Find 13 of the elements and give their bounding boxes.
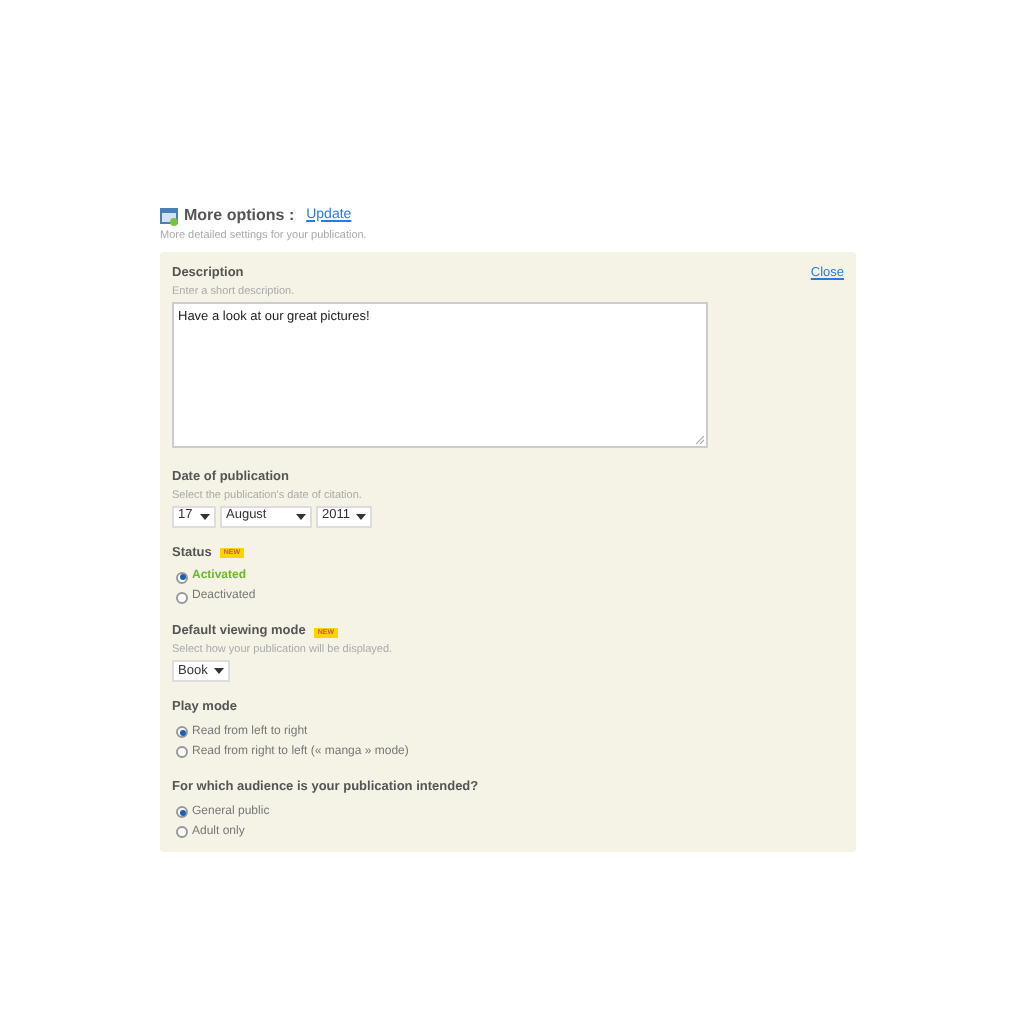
caret-icon [296,513,306,519]
resize-grip-icon [696,435,704,444]
caret-icon [356,513,366,519]
radio-button[interactable] [176,806,188,818]
settings-window-icon [160,207,178,225]
radio-button[interactable] [176,746,188,759]
radio-button[interactable] [176,571,188,584]
radio-button[interactable] [176,826,188,838]
section-title: More options : [184,204,295,228]
caret-icon [214,668,224,674]
caret-icon [200,513,210,519]
radio-button[interactable] [176,726,188,739]
radio-button[interactable] [176,591,188,604]
